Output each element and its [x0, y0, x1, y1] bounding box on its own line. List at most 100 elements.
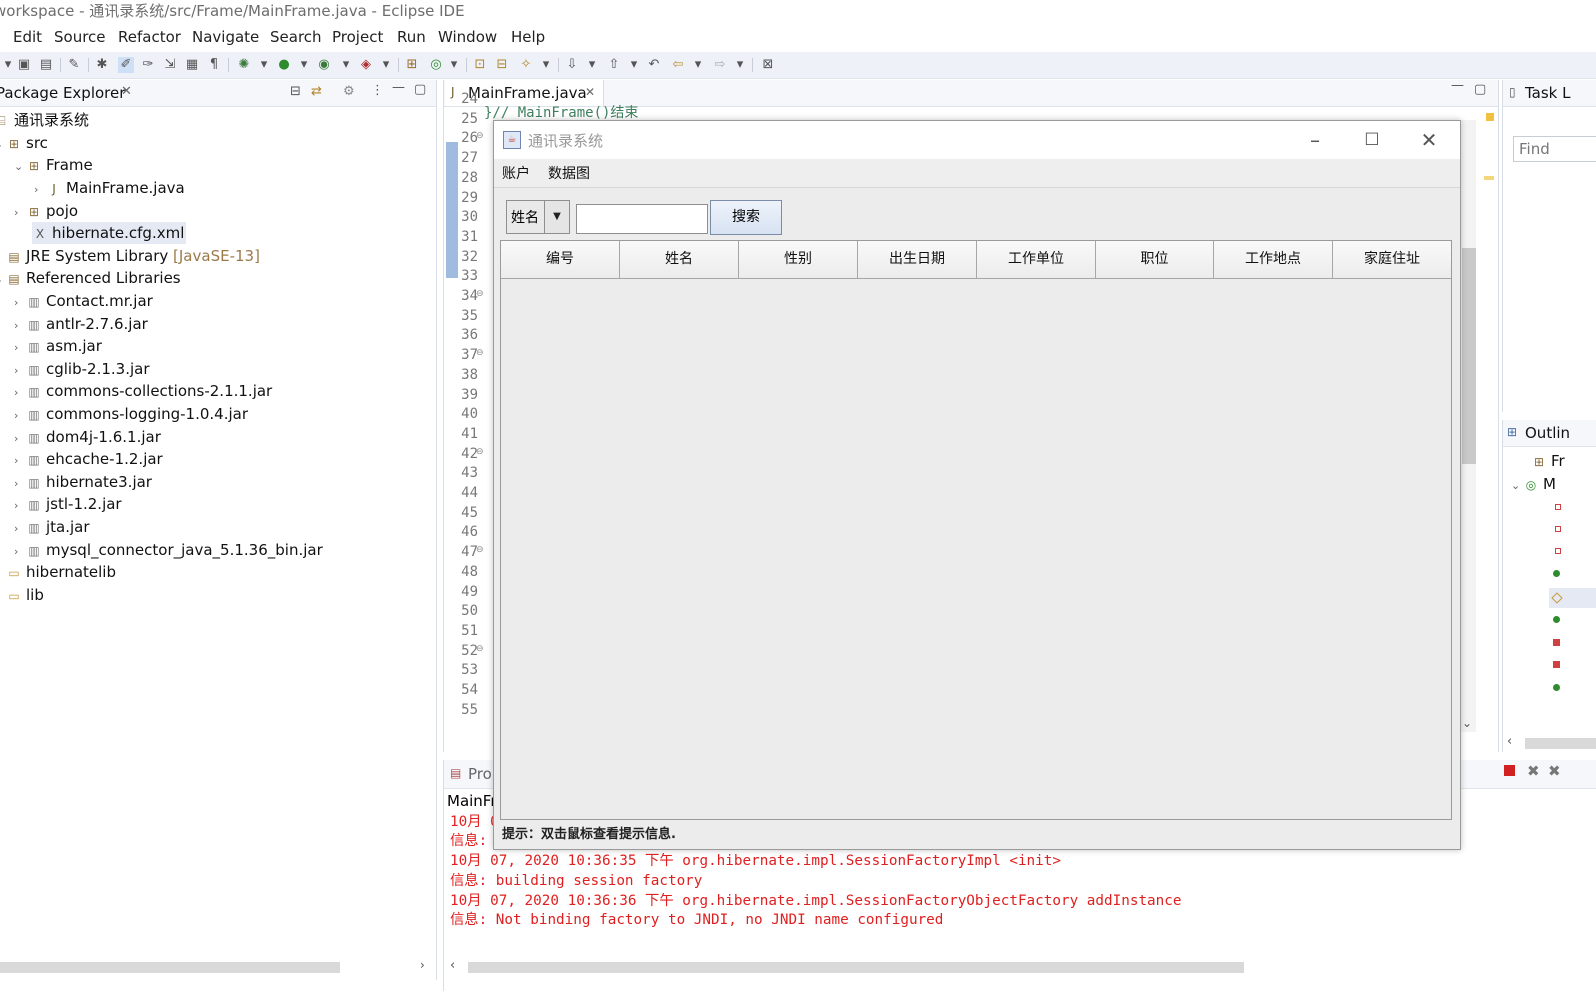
chevron-right-icon[interactable]: ›: [14, 518, 26, 540]
find-input[interactable]: Find: [1513, 136, 1596, 162]
debug-icon[interactable]: ✺: [236, 57, 252, 73]
outline-item-class[interactable]: ⌄ ◎ M: [1511, 473, 1556, 495]
chevron-down-icon[interactable]: ▼: [544, 201, 569, 233]
chevron-right-icon[interactable]: ›: [34, 179, 46, 201]
block-selection-icon[interactable]: ✑: [140, 57, 156, 73]
menu-source[interactable]: Source: [54, 28, 106, 46]
tree-item-pojo-package[interactable]: › ⊞ pojo: [14, 200, 78, 222]
scroll-left-icon[interactable]: ‹: [1507, 734, 1512, 749]
private-field-icon[interactable]: [1555, 548, 1561, 554]
tree-item-jar[interactable]: › ▥ asm.jar: [14, 335, 102, 357]
back-icon[interactable]: ⇦: [670, 57, 686, 73]
debug-dropdown-icon[interactable]: ▾: [256, 57, 272, 73]
scroll-down-icon[interactable]: ⌄: [1462, 716, 1472, 730]
close-icon[interactable]: ✕: [585, 85, 595, 99]
remove-launch-icon[interactable]: ✖: [1527, 762, 1540, 780]
tree-item-jar[interactable]: › ▥ cglib-2.1.3.jar: [14, 358, 150, 380]
menu-navigate[interactable]: Navigate: [192, 28, 259, 46]
skip-breakpoints-icon[interactable]: ✎: [66, 57, 82, 73]
chevron-right-icon[interactable]: ›: [14, 473, 26, 495]
private-method-icon[interactable]: [1553, 639, 1560, 646]
tree-item-jar[interactable]: › ▥ hibernate3.jar: [14, 471, 152, 493]
overview-marker[interactable]: [1486, 113, 1494, 121]
chevron-right-icon[interactable]: ›: [14, 541, 26, 563]
menu-chart[interactable]: 数据图: [548, 163, 590, 183]
tree-item-jar[interactable]: › ▥ ehcache-1.2.jar: [14, 448, 163, 470]
tree-item-jar[interactable]: › ▥ jstl-1.2.jar: [14, 493, 122, 515]
search-field-select[interactable]: 姓名 ▼: [506, 200, 570, 234]
outline-item-package[interactable]: ⊞ Fr: [1531, 450, 1565, 472]
tab-problems[interactable]: Prol: [468, 765, 496, 783]
external-tools-icon[interactable]: ◈: [358, 57, 374, 73]
new-package-icon[interactable]: ⊞: [404, 57, 420, 73]
chevron-right-icon[interactable]: ›: [14, 360, 26, 382]
menu-refactor[interactable]: Refactor: [118, 28, 181, 46]
column-header-work-location[interactable]: 工作地点: [1214, 241, 1333, 279]
horizontal-scrollbar[interactable]: [468, 962, 1244, 973]
maximize-icon[interactable]: ▢: [1474, 82, 1486, 97]
private-field-icon[interactable]: [1555, 526, 1561, 532]
tree-item-mainframe[interactable]: › J MainFrame.java: [34, 177, 185, 199]
menu-run[interactable]: Run: [397, 28, 426, 46]
private-method-icon[interactable]: [1553, 661, 1560, 668]
dropdown-arrow-icon[interactable]: ▾: [0, 57, 16, 73]
tree-item-jar[interactable]: › ▥ mysql_connector_java_5.1.36_bin.jar: [14, 539, 323, 561]
window-maximize-icon[interactable]: ☐: [1359, 127, 1385, 153]
column-header-home-address[interactable]: 家庭住址: [1333, 241, 1451, 279]
menu-edit[interactable]: Edit: [13, 28, 42, 46]
fold-toggle-icon[interactable]: ⊖: [476, 348, 484, 358]
chevron-right-icon[interactable]: ›: [14, 292, 26, 314]
open-perspective-icon[interactable]: ⊠: [760, 57, 776, 73]
search-input[interactable]: [576, 204, 708, 234]
toggle-mark-icon[interactable]: ✱: [94, 57, 110, 73]
external-tools-dropdown-icon[interactable]: ▾: [378, 57, 394, 73]
search-button[interactable]: 搜索: [710, 200, 782, 235]
tree-item-jar[interactable]: › ▥ commons-logging-1.0.4.jar: [14, 403, 248, 425]
tree-item-frame-package[interactable]: ⌄ ⊞ Frame: [14, 154, 93, 176]
chevron-right-icon[interactable]: ›: [14, 337, 26, 359]
tree-item-referenced-libraries[interactable]: ⌄▤Referenced Libraries: [0, 267, 181, 289]
tree-item-jre[interactable]: ›▤JRE System Library [JavaSE-13]: [0, 245, 260, 267]
chevron-right-icon[interactable]: ›: [14, 428, 26, 450]
menu-search[interactable]: Search: [270, 28, 322, 46]
menu-window[interactable]: Window: [438, 28, 497, 46]
chevron-right-icon[interactable]: ›: [14, 405, 26, 427]
column-header-gender[interactable]: 性别: [739, 241, 858, 279]
filters-icon[interactable]: ⚙: [343, 84, 355, 99]
window-close-icon[interactable]: ✕: [1416, 127, 1442, 153]
new-class-icon[interactable]: ◎: [428, 57, 444, 73]
highlight-icon[interactable]: ✐: [118, 57, 134, 73]
fold-toggle-icon[interactable]: ⊖: [476, 644, 484, 654]
menu-account[interactable]: 账户: [502, 163, 530, 183]
next-annotation-icon[interactable]: ⇩: [564, 57, 580, 73]
open-resource-icon[interactable]: ⊟: [494, 57, 510, 73]
coverage-dropdown-icon[interactable]: ▾: [338, 57, 354, 73]
column-header-id[interactable]: 编号: [501, 241, 620, 279]
open-type-icon[interactable]: ⊡: [472, 57, 488, 73]
tree-item-jar[interactable]: › ▥ Contact.mr.jar: [14, 290, 153, 312]
horizontal-scrollbar[interactable]: [1525, 738, 1596, 749]
chevron-right-icon[interactable]: ›: [14, 202, 26, 224]
pilcrow-icon[interactable]: ¶: [206, 57, 222, 73]
run-icon[interactable]: ●: [276, 57, 292, 73]
public-method-icon[interactable]: [1553, 684, 1560, 691]
save-icon[interactable]: ▣: [16, 57, 32, 73]
fold-toggle-icon[interactable]: ⊖: [476, 447, 484, 457]
package-explorer-title[interactable]: Package Explorer: [0, 84, 125, 102]
chevron-right-icon[interactable]: ›: [14, 495, 26, 517]
search-dropdown-icon[interactable]: ▾: [538, 57, 554, 73]
chevron-down-icon[interactable]: ⌄: [1511, 475, 1523, 497]
menu-project[interactable]: Project: [332, 28, 383, 46]
link-with-editor-icon[interactable]: ⇄: [311, 84, 322, 99]
minimize-icon[interactable]: —: [1451, 78, 1464, 93]
scroll-right-icon[interactable]: ›: [420, 958, 425, 972]
minimize-icon[interactable]: —: [392, 80, 405, 95]
tree-item-jar[interactable]: › ▥ jta.jar: [14, 516, 90, 538]
task-list-title[interactable]: Task L: [1525, 84, 1571, 102]
tree-item-project[interactable]: ⌸ 通讯录系统: [0, 109, 89, 131]
private-field-icon[interactable]: [1555, 504, 1561, 510]
collapse-all-icon[interactable]: ⊟: [290, 84, 301, 99]
coverage-icon[interactable]: ◉: [316, 57, 332, 73]
outline-title[interactable]: Outlin: [1525, 424, 1570, 442]
vertical-scrollbar[interactable]: ⌄: [1460, 120, 1476, 732]
